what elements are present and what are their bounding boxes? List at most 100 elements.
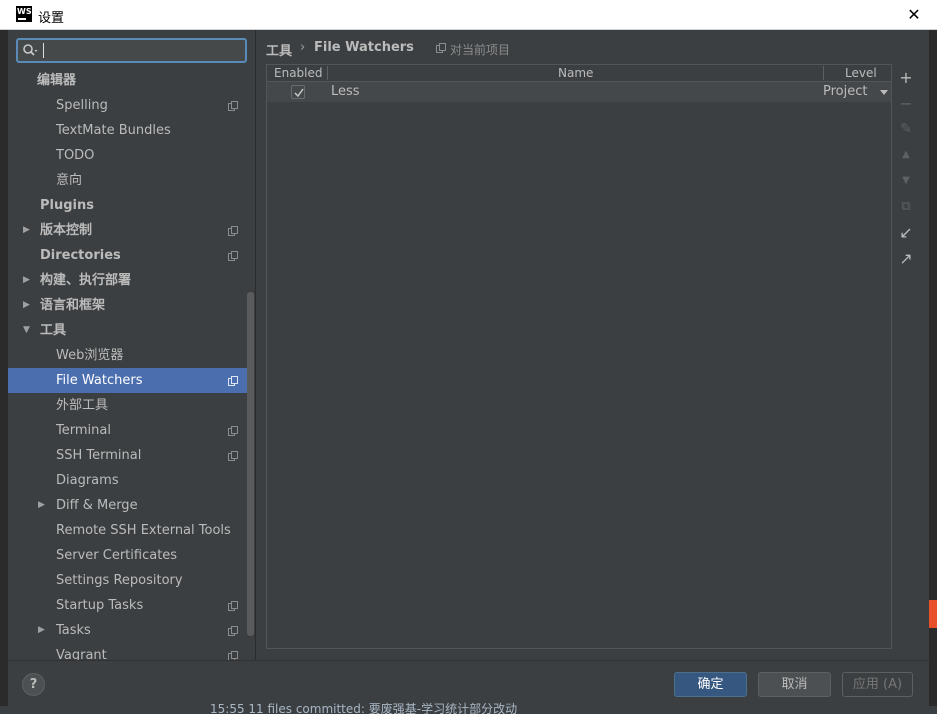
project-scope-icon xyxy=(228,601,238,611)
sidebar-item[interactable]: Terminal xyxy=(8,418,247,443)
sidebar-item[interactable]: Server Certificates xyxy=(8,543,247,568)
move-down-icon[interactable]: ▼ xyxy=(896,171,916,191)
expand-arrow-down-icon[interactable]: ▼ xyxy=(23,318,30,343)
sidebar-item[interactable]: Vagrant xyxy=(8,643,247,660)
edit-pencil-icon[interactable]: ✎ xyxy=(896,119,916,139)
sidebar-item[interactable]: TextMate Bundles xyxy=(8,118,247,143)
column-header-level[interactable]: Level xyxy=(845,65,877,81)
sidebar-item[interactable]: ▼ 工具 xyxy=(8,318,247,343)
breadcrumb-separator: › xyxy=(300,40,306,55)
sidebar-item-label: File Watchers xyxy=(56,373,143,388)
project-scope-icon xyxy=(228,626,238,636)
project-scope-icon xyxy=(228,426,238,436)
sidebar-item[interactable]: ▶ Diff & Merge xyxy=(8,493,247,518)
project-scope-icon xyxy=(228,651,238,660)
sidebar-item[interactable]: SSH Terminal xyxy=(8,443,247,468)
expand-arrow-right-icon[interactable]: ▶ xyxy=(23,268,30,293)
search-icon[interactable] xyxy=(22,43,38,59)
copy-icon[interactable]: ⧉ xyxy=(896,197,916,217)
dropdown-arrow-icon[interactable] xyxy=(880,90,888,95)
project-scope-icon xyxy=(228,376,238,386)
sidebar-item-label: Diagrams xyxy=(56,473,119,488)
project-scope-icon xyxy=(228,451,238,461)
sidebar-item-label: Remote SSH External Tools xyxy=(56,523,231,538)
project-scope-icon xyxy=(436,43,446,53)
ok-button[interactable]: 确定 xyxy=(674,672,747,697)
sidebar-item-label: Vagrant xyxy=(56,648,107,660)
watcher-name-cell: Less xyxy=(331,84,360,99)
file-watchers-table: Enabled Name Level Less Project xyxy=(266,64,892,649)
background-edge-left xyxy=(0,0,8,714)
apply-button[interactable]: 应用 (A) xyxy=(842,672,913,697)
help-button[interactable]: ? xyxy=(22,673,45,696)
column-header-enabled[interactable]: Enabled xyxy=(274,65,323,81)
sidebar-item[interactable]: 意向 xyxy=(8,168,247,193)
breadcrumb-parent[interactable]: 工具 xyxy=(266,40,292,59)
search-field[interactable] xyxy=(16,38,247,63)
add-icon[interactable]: + xyxy=(896,68,916,88)
sidebar-item-label: 语言和框架 xyxy=(40,298,106,313)
sidebar-item[interactable]: File Watchers xyxy=(8,368,247,393)
column-divider[interactable] xyxy=(327,66,328,80)
sidebar-item[interactable]: Settings Repository xyxy=(8,568,247,593)
cancel-button[interactable]: 取消 xyxy=(758,672,831,697)
close-button[interactable]: ✕ xyxy=(903,4,925,26)
expand-arrow-right-icon[interactable]: ▶ xyxy=(23,218,30,243)
text-cursor xyxy=(43,43,44,58)
settings-sidebar: 编辑器 Spelling TextMate Bundles TODO 意向 Plugins… xyxy=(8,30,255,660)
sidebar-item[interactable]: ▶ 语言和框架 xyxy=(8,293,247,318)
project-scope-icon xyxy=(228,251,238,261)
column-divider[interactable] xyxy=(823,66,824,80)
sidebar-item[interactable]: Diagrams xyxy=(8,468,247,493)
background-status-text: 15:55 11 files committed: 要废强基-学习统计部分改动 xyxy=(210,702,518,714)
sidebar-item-label: 构建、执行部署 xyxy=(40,273,132,288)
sidebar-item-label: Settings Repository xyxy=(56,573,183,588)
table-header: Enabled Name Level xyxy=(267,65,891,82)
sidebar-item-label: TODO xyxy=(56,148,95,163)
project-scope-icon xyxy=(228,101,238,111)
sidebar-scrollbar[interactable] xyxy=(247,292,254,636)
webstorm-app-icon: WS xyxy=(16,6,32,22)
settings-tree: 编辑器 Spelling TextMate Bundles TODO 意向 Plugins… xyxy=(8,68,247,660)
sidebar-item-label: 版本控制 xyxy=(40,223,93,238)
watcher-level-select[interactable]: Project xyxy=(823,82,867,102)
sidebar-divider[interactable] xyxy=(255,30,256,660)
sidebar-item-label: Tasks xyxy=(56,623,91,638)
sidebar-item[interactable]: Remote SSH External Tools xyxy=(8,518,247,543)
checkmark-icon xyxy=(294,88,304,98)
settings-dialog: 编辑器 Spelling TextMate Bundles TODO 意向 Plugins… xyxy=(8,30,929,706)
sidebar-item[interactable]: Plugins xyxy=(8,193,247,218)
sidebar-item[interactable]: TODO xyxy=(8,143,247,168)
sidebar-item[interactable]: ▶ Tasks xyxy=(8,618,247,643)
sidebar-item-label: SSH Terminal xyxy=(56,448,142,463)
remove-icon[interactable]: − xyxy=(896,94,916,114)
sidebar-item[interactable]: 编辑器 xyxy=(8,68,247,93)
sidebar-item[interactable]: Directories xyxy=(8,243,247,268)
import-icon[interactable]: ↙ xyxy=(896,223,916,243)
sidebar-item-label: Server Certificates xyxy=(56,548,178,563)
project-scope-icon xyxy=(228,226,238,236)
enabled-checkbox[interactable] xyxy=(291,85,305,99)
window-title: 设置 xyxy=(38,11,65,26)
expand-arrow-right-icon[interactable]: ▶ xyxy=(23,293,30,318)
sidebar-item[interactable]: ▶ 构建、执行部署 xyxy=(8,268,247,293)
expand-arrow-right-icon[interactable]: ▶ xyxy=(38,493,45,518)
export-icon[interactable]: ↗ xyxy=(896,249,916,269)
sidebar-item-label: Web浏览器 xyxy=(56,348,124,363)
breadcrumb-scope-label: 对当前项目 xyxy=(450,43,511,57)
sidebar-item-label: Startup Tasks xyxy=(56,598,144,613)
move-up-icon[interactable]: ▲ xyxy=(896,145,916,165)
sidebar-item-label: 工具 xyxy=(40,323,67,338)
table-row[interactable]: Less Project xyxy=(267,82,891,102)
sidebar-item-label: Directories xyxy=(40,248,121,263)
column-header-name[interactable]: Name xyxy=(558,65,593,81)
sidebar-item[interactable]: Spelling xyxy=(8,93,247,118)
search-input[interactable] xyxy=(46,41,241,60)
sidebar-item[interactable]: ▶ 版本控制 xyxy=(8,218,247,243)
sidebar-item[interactable]: Web浏览器 xyxy=(8,343,247,368)
expand-arrow-right-icon[interactable]: ▶ xyxy=(38,618,45,643)
sidebar-item[interactable]: 外部工具 xyxy=(8,393,247,418)
sidebar-item-label: Spelling xyxy=(56,98,108,113)
sidebar-item[interactable]: Startup Tasks xyxy=(8,593,247,618)
sidebar-item-label: Plugins xyxy=(40,198,94,213)
